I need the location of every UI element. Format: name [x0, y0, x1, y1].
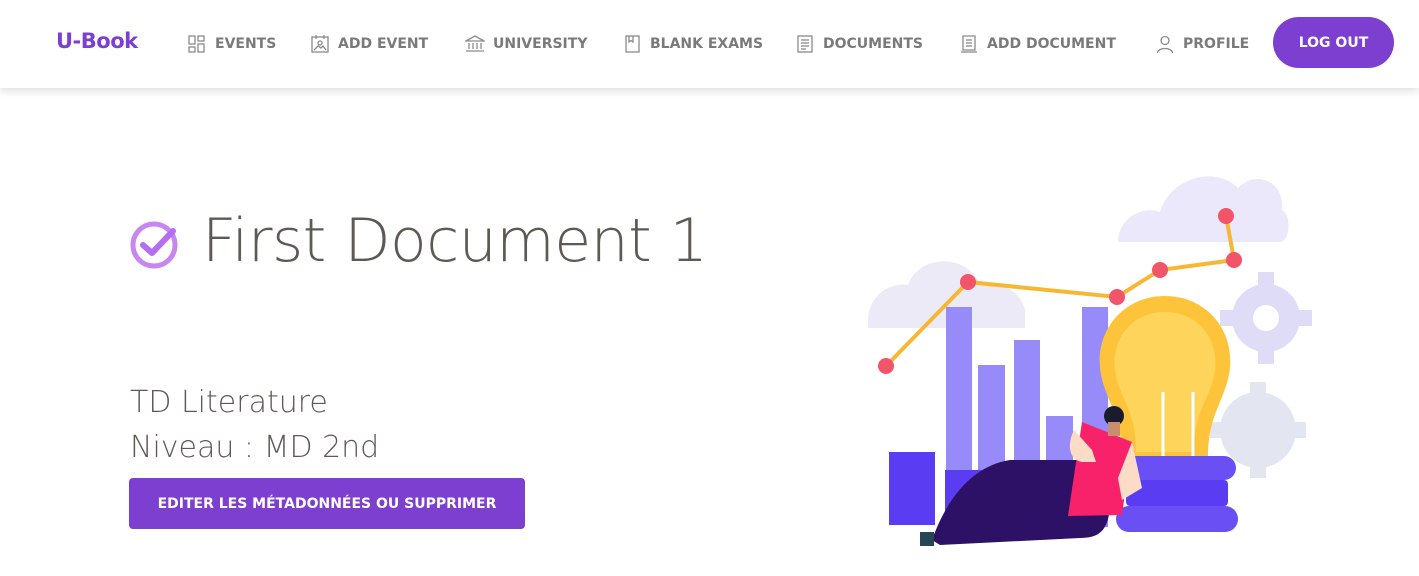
nav-profile[interactable]: PROFILE: [1155, 32, 1249, 56]
data-point: [1218, 208, 1234, 224]
nav-university[interactable]: UNIVERSITY: [465, 32, 587, 56]
nav-add-document-label: ADD DOCUMENT: [987, 36, 1116, 52]
bar-dark: [889, 452, 935, 525]
dashboard-icon: [188, 35, 205, 53]
nav-add-event-label: ADD EVENT: [338, 36, 429, 52]
nav-profile-label: PROFILE: [1183, 36, 1250, 52]
analytics-illustration: [867, 176, 1312, 546]
calendar-image-icon: [311, 35, 329, 53]
document-subject: TD Literature: [130, 385, 328, 420]
nav-documents[interactable]: DOCUMENTS: [795, 32, 923, 56]
nav-university-label: UNIVERSITY: [493, 36, 588, 52]
university-icon: [465, 35, 485, 52]
document-icon: [797, 35, 813, 53]
nav-documents-label: DOCUMENTS: [823, 36, 924, 52]
data-point: [1152, 262, 1168, 278]
navbar: U-Book EVENTS ADD EVENT UNIVERSITY BLANK…: [0, 0, 1419, 88]
data-point: [1109, 289, 1125, 305]
data-point: [878, 358, 894, 374]
nav-events[interactable]: EVENTS: [187, 32, 276, 56]
brand-logo[interactable]: U-Book: [56, 29, 138, 53]
user-icon: [1156, 35, 1174, 54]
data-point: [1226, 252, 1242, 268]
nav-blank-exams[interactable]: BLANK EXAMS: [622, 32, 763, 56]
nav-events-label: EVENTS: [215, 36, 277, 52]
cloud-shape: [1118, 176, 1289, 242]
document-level: Niveau : MD 2nd: [130, 430, 380, 465]
nav-add-document[interactable]: ADD DOCUMENT: [959, 32, 1116, 56]
data-point: [960, 274, 976, 290]
logout-button[interactable]: LOG OUT: [1273, 17, 1394, 68]
document-title: First Document 1: [202, 206, 708, 276]
edit-metadata-button[interactable]: EDITER LES MÉTADONNÉES OU SUPPRIMER: [129, 478, 525, 529]
nav-blank-exams-label: BLANK EXAMS: [650, 36, 764, 52]
nav-add-event[interactable]: ADD EVENT: [310, 32, 428, 56]
book-icon: [625, 35, 640, 53]
add-document-icon: [961, 35, 977, 53]
